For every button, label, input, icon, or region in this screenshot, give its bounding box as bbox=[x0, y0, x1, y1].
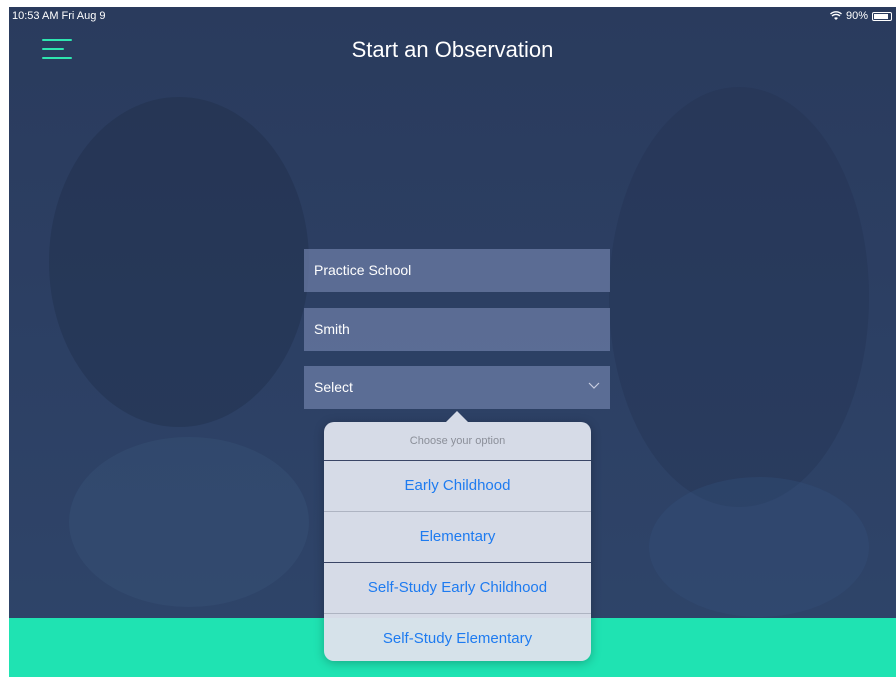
page-title: Start an Observation bbox=[351, 37, 554, 62]
popover-arrow bbox=[446, 411, 468, 422]
background-scene-shape bbox=[609, 87, 869, 507]
option-elementary[interactable]: Elementary bbox=[324, 512, 591, 563]
program-select[interactable]: Select bbox=[304, 366, 610, 409]
battery-icon bbox=[872, 11, 892, 21]
status-bar: 10:53 AM Fri Aug 9 90% bbox=[9, 7, 896, 27]
status-indicators: 90% bbox=[829, 10, 892, 22]
option-self-study-early-childhood[interactable]: Self-Study Early Childhood bbox=[324, 563, 591, 614]
option-early-childhood[interactable]: Early Childhood bbox=[324, 461, 591, 512]
picker-title: Choose your option bbox=[324, 422, 591, 461]
background-scene-shape bbox=[649, 477, 869, 617]
chevron-down-icon bbox=[588, 382, 600, 389]
background-scene-shape bbox=[69, 437, 309, 607]
background-scene-shape bbox=[49, 97, 309, 427]
option-picker-popover: Choose your option Early Childhood Eleme… bbox=[324, 411, 591, 664]
app-screen: 10:53 AM Fri Aug 9 90% Start an Observat… bbox=[9, 7, 896, 677]
program-select-value: Select bbox=[314, 379, 353, 395]
teacher-name-field[interactable]: Smith bbox=[304, 308, 610, 351]
option-self-study-elementary[interactable]: Self-Study Elementary bbox=[324, 614, 591, 664]
battery-percent: 90% bbox=[845, 10, 868, 22]
status-time: 10:53 AM Fri Aug 9 bbox=[12, 10, 106, 22]
battery-fill bbox=[874, 13, 888, 19]
wifi-icon bbox=[829, 11, 842, 20]
school-field[interactable]: Practice School bbox=[304, 249, 610, 292]
